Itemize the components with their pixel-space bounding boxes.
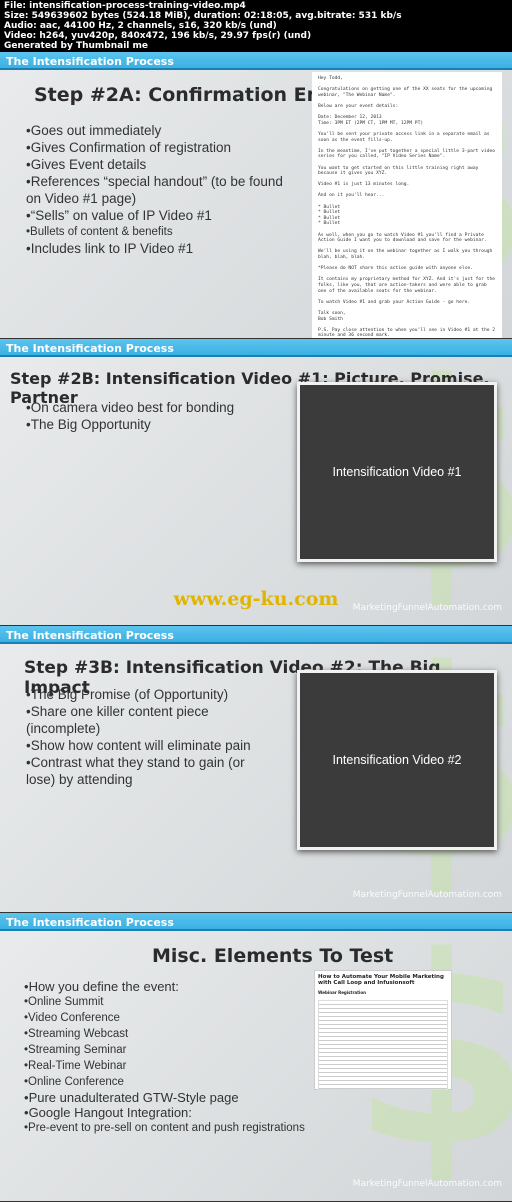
thumbnail-frame-4: The Intensification Process $ Misc. Elem… (0, 913, 512, 1202)
bullet: Show how content will eliminate pain (26, 737, 266, 754)
watermark: MarketingFunnelAutomation.com (352, 890, 502, 900)
slide-title: Step #2A: Confirmation Email (34, 84, 353, 106)
bullet: Google Hangout Integration: (24, 1105, 305, 1120)
video-placeholder: Intensification Video #1 (297, 382, 497, 562)
sub-bullet: Pre-event to pre-sell on content and pus… (24, 1120, 305, 1136)
page-subtitle: Webinar Registration (318, 990, 366, 995)
bullet-list: Goes out immediately Gives Confirmation … (26, 122, 296, 257)
bullet: “Sells” on value of IP Video #1 (26, 207, 296, 224)
bullet: How you define the event: (24, 979, 305, 994)
thumbnail-frame-1: The Intensification Process $ Step #2A: … (0, 52, 512, 339)
bullet-list: How you define the event: Online Summit … (24, 979, 305, 1136)
sub-bullet: Video Conference (24, 1010, 305, 1026)
bullet-list: On camera video best for bonding The Big… (26, 399, 234, 433)
bullet: The Big Opportunity (26, 416, 234, 433)
generator-line: Generated by Thumbnail me (4, 41, 148, 51)
audio-line: Audio: aac, 44100 Hz, 2 channels, s16, 3… (4, 21, 277, 31)
video-line: Video: h264, yuv420p, 840x472, 196 kb/s,… (4, 31, 312, 41)
thumbnail-frame-3: The Intensification Process $ Step #3B: … (0, 626, 512, 913)
file-line: File: intensification-process-training-v… (4, 1, 246, 11)
bullet: Contrast what they stand to gain (or los… (26, 754, 266, 788)
sub-bullet: Online Summit (24, 994, 305, 1010)
sub-bullet: Real-Time Webinar (24, 1058, 305, 1074)
registration-page-screenshot: How to Automate Your Mobile Marketing wi… (314, 970, 452, 1090)
page-form (318, 1000, 448, 1090)
bullet: On camera video best for bonding (26, 399, 234, 416)
watermark: MarketingFunnelAutomation.com (352, 1179, 502, 1189)
sub-bullet: Bullets of content & benefits (26, 224, 296, 240)
bullet: The Big Promise (of Opportunity) (26, 686, 266, 703)
video-placeholder: Intensification Video #2 (297, 670, 497, 850)
thumbnail-frame-2: The Intensification Process $ Step #2B: … (0, 339, 512, 626)
sub-bullet: Streaming Seminar (24, 1042, 305, 1058)
bullet: Gives Confirmation of registration (26, 139, 296, 156)
bullet: Goes out immediately (26, 122, 296, 139)
page-title: How to Automate Your Mobile Marketing wi… (318, 974, 444, 986)
watermark: MarketingFunnelAutomation.com (352, 316, 502, 326)
bullet: Includes link to IP Video #1 (26, 240, 296, 257)
bullet-list: The Big Promise (of Opportunity) Share o… (26, 686, 266, 788)
bullet: Gives Event details (26, 156, 296, 173)
email-preview: Hey Todd, Congratulations on getting one… (312, 72, 502, 338)
size-line: Size: 549639602 bytes (524.18 MiB), dura… (4, 11, 402, 21)
sub-bullet: Streaming Webcast (24, 1026, 305, 1042)
slide-title: Misc. Elements To Test (152, 945, 394, 967)
bullet: Pure unadulterated GTW-Style page (24, 1090, 305, 1105)
sub-bullet: Online Conference (24, 1074, 305, 1090)
file-info-header: File: intensification-process-training-v… (0, 0, 512, 52)
bullet: References “special handout” (to be foun… (26, 173, 296, 207)
bullet: Share one killer content piece (incomple… (26, 703, 266, 737)
overlay-watermark: www.eg-ku.com (173, 588, 339, 610)
